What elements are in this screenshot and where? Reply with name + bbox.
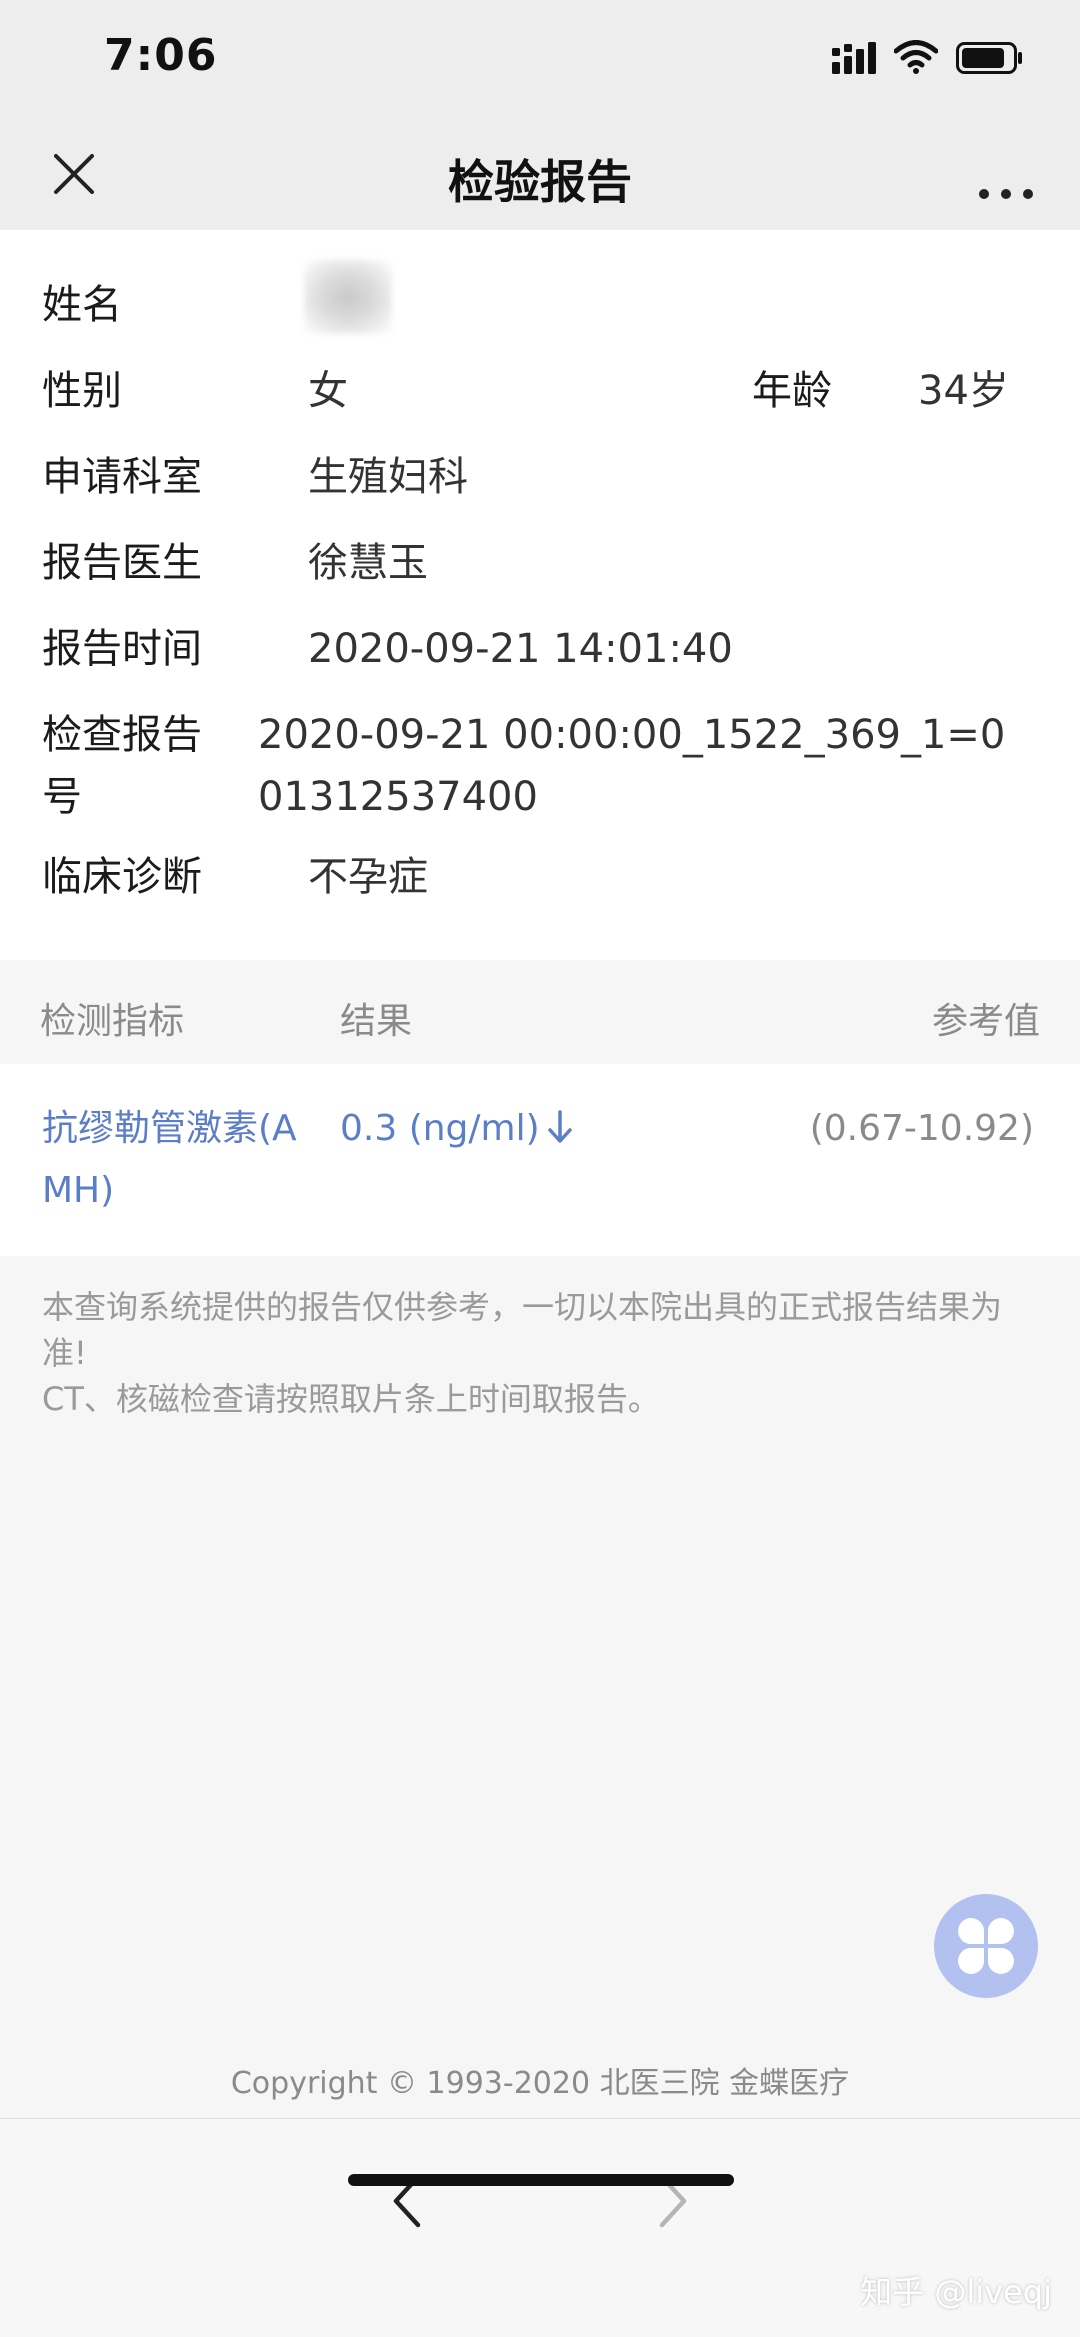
copyright: Copyright © 1993-2020 北医三院 金蝶医疗	[230, 2066, 850, 2101]
back-button[interactable]	[378, 2161, 438, 2241]
clover-icon	[958, 1918, 1014, 1974]
disclaimer-line-1: 本查询系统提供的报告仅供参考，一切以本院出具的正式报告结果为准!	[42, 1288, 1003, 1372]
report-no-value: 2020-09-21 00:00:00_1522_369_1=001312537…	[258, 712, 1006, 820]
forward-button[interactable]	[642, 2161, 702, 2241]
table-row[interactable]: 抗缪勒管激素(AMH) 0.3 (ng/ml) (0.67-10.92)	[0, 1064, 1080, 1256]
report-time-label: 报告时间	[42, 626, 202, 672]
signal-icon	[832, 42, 876, 74]
floating-menu-button[interactable]	[934, 1894, 1038, 1998]
report-no-label: 检查报告号	[42, 712, 202, 820]
bottom-toolbar: 知乎 @liveqj	[0, 2118, 1080, 2337]
wifi-icon	[894, 40, 938, 74]
gender-value: 女	[308, 368, 348, 414]
column-header-reference: 参考值	[931, 1001, 1040, 1042]
doctor-label: 报告医生	[42, 540, 202, 586]
chevron-left-icon	[393, 2174, 421, 2228]
status-bar: 7:06	[0, 0, 1080, 120]
report-time-value: 2020-09-21 14:01:40	[308, 626, 733, 672]
age-label: 年龄	[752, 368, 832, 414]
name-redacted	[304, 260, 392, 334]
chevron-right-icon	[659, 2174, 687, 2228]
department-label: 申请科室	[42, 454, 202, 500]
more-icon	[979, 189, 1033, 199]
patient-info: 姓名 性别 女 年龄 34岁 申请科室 生殖妇科 报告医生 徐慧玉 报告时间 2…	[0, 230, 1080, 960]
indicator-name[interactable]: 抗缪勒管激素(AMH)	[42, 1098, 312, 1222]
page-title: 检验报告	[448, 155, 632, 209]
watermark: 知乎 @liveqj	[860, 2273, 1052, 2311]
status-time: 7:06	[104, 30, 218, 81]
disclaimer: 本查询系统提供的报告仅供参考，一切以本院出具的正式报告结果为准! CT、核磁检查…	[42, 1284, 1022, 1422]
column-header-result: 结果	[340, 1001, 413, 1042]
arrow-down-icon	[548, 1110, 572, 1143]
doctor-value: 徐慧玉	[308, 540, 428, 586]
department-value: 生殖妇科	[308, 454, 468, 500]
age-value: 34岁	[918, 368, 1009, 414]
results-table-header: 检测指标 结果 参考值	[0, 960, 1080, 1064]
more-button[interactable]	[974, 142, 1038, 206]
home-indicator[interactable]	[348, 2174, 734, 2186]
name-label: 姓名	[42, 282, 122, 328]
nav-bar: 检验报告	[0, 120, 1080, 230]
disclaimer-line-2: CT、核磁检查请按照取片条上时间取报告。	[42, 1380, 660, 1418]
diagnosis-label: 临床诊断	[42, 854, 202, 900]
column-header-indicator: 检测指标	[40, 1001, 185, 1042]
gender-label: 性别	[42, 368, 122, 414]
reference-range: (0.67-10.92)	[809, 1108, 1034, 1149]
diagnosis-value: 不孕症	[308, 854, 428, 900]
result-value: 0.3 (ng/ml)	[340, 1108, 540, 1149]
battery-icon	[956, 42, 1022, 74]
